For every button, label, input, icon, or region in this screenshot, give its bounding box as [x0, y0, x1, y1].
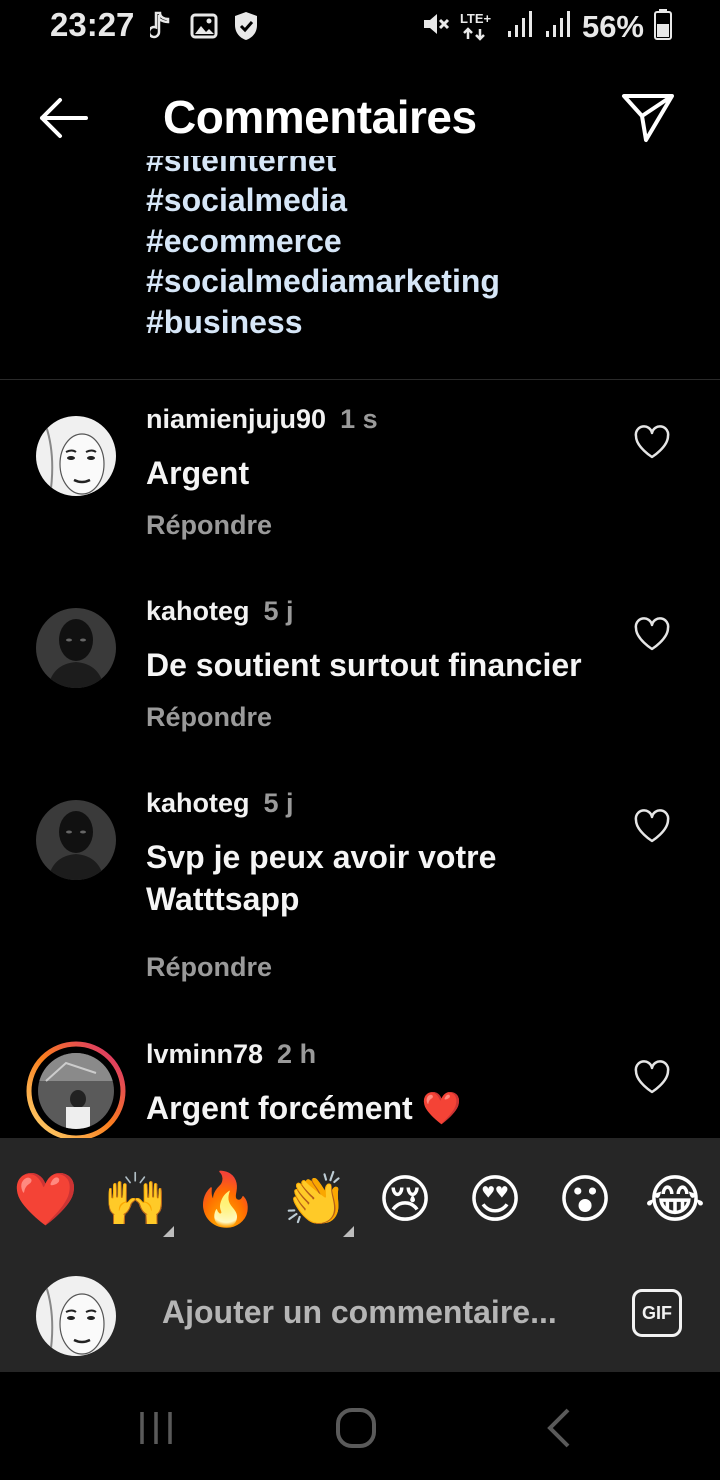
gif-button[interactable]: GIF [632, 1289, 682, 1337]
lte-label: LTE+ [459, 10, 492, 26]
comment-time: 5 j [263, 788, 294, 818]
shield-icon [232, 10, 260, 47]
reply-button[interactable]: Répondre [146, 952, 272, 983]
heart-icon[interactable] [633, 616, 671, 652]
paper-plane-icon[interactable] [620, 90, 676, 146]
comment-meta: lvminn78 2 h [146, 1039, 316, 1070]
tears-of-joy-emoji-icon[interactable]: 😂 [643, 1168, 707, 1232]
reply-button[interactable]: Répondre [146, 510, 272, 541]
status-bar: 23:27 LTE+ 56% [0, 0, 720, 56]
hashtag-clipped[interactable]: #siteinternet [146, 156, 500, 180]
avatar[interactable] [36, 800, 116, 880]
comment-time: 2 h [277, 1039, 317, 1069]
signal-icon [506, 9, 534, 44]
comment-username[interactable]: lvminn78 [146, 1039, 263, 1069]
avatar[interactable] [36, 416, 116, 496]
status-time: 23:27 [50, 6, 135, 43]
heart-icon[interactable] [633, 424, 671, 460]
avatar-story-ring[interactable] [26, 1041, 126, 1141]
battery-percent: 56% [581, 8, 644, 44]
comment-username[interactable]: niamienjuju90 [146, 404, 326, 434]
raised-hands-emoji-icon[interactable]: 🙌 [103, 1168, 168, 1232]
heart-emoji-icon[interactable]: ❤️ [13, 1168, 78, 1232]
comment-text: Argent forcément ❤️ [146, 1090, 462, 1126]
mute-icon [420, 9, 450, 44]
comment-text: De soutient surtout financier [146, 647, 582, 683]
battery-icon [654, 8, 672, 45]
clapping-hands-emoji-icon[interactable]: 👏 [283, 1168, 348, 1232]
comment-meta: kahoteg 5 j [146, 788, 294, 819]
avatar[interactable] [36, 608, 116, 688]
heart-icon[interactable] [633, 1059, 671, 1095]
hashtag-business[interactable]: #business [146, 302, 500, 343]
recent-apps-icon[interactable] [134, 1408, 178, 1448]
comment-input[interactable]: Ajouter un commentaire... [162, 1294, 557, 1331]
comment-text: Argent [146, 455, 250, 491]
more-variants-indicator [163, 1226, 174, 1237]
app-header: Commentaires [0, 70, 720, 166]
crying-face-emoji-icon[interactable]: 😢 [373, 1168, 437, 1232]
comment-username[interactable]: kahoteg [146, 596, 250, 626]
signal-icon [544, 9, 572, 44]
comment-time: 5 j [263, 596, 294, 626]
hashtag-siteinternet[interactable]: #siteinternet [146, 156, 500, 180]
home-icon[interactable] [334, 1408, 378, 1448]
reply-button[interactable]: Répondre [146, 702, 272, 733]
caption-hashtags: #siteinternet #socialmedia #ecommerce #s… [146, 156, 500, 342]
caption-divider [0, 379, 720, 380]
comment-text: Svp je peux avoir votre Watttsapp [146, 839, 497, 917]
hashtag-ecommerce[interactable]: #ecommerce [146, 221, 500, 262]
back-icon[interactable] [540, 1408, 584, 1448]
avatar [36, 1276, 116, 1356]
arrow-left-icon[interactable] [34, 92, 90, 144]
comment-composer: Ajouter un commentaire... GIF [0, 1262, 720, 1372]
gallery-icon [190, 13, 218, 44]
page-title: Commentaires [163, 91, 477, 143]
quick-reactions-bar: ❤️ 🙌 🔥 👏 😢 😍 😮 😂 [0, 1138, 720, 1262]
hashtag-socialmediamarketing[interactable]: #socialmediamarketing [146, 261, 500, 302]
music-note-icon [147, 11, 176, 46]
lte-icon: LTE+ [460, 11, 496, 43]
more-variants-indicator [343, 1226, 354, 1237]
surprised-face-emoji-icon[interactable]: 😮 [553, 1168, 617, 1232]
comment-username[interactable]: kahoteg [146, 788, 250, 818]
comment-meta: niamienjuju90 1 s [146, 404, 378, 435]
system-navigation-bar [0, 1372, 720, 1480]
hashtag-socialmedia[interactable]: #socialmedia [146, 180, 500, 221]
heart-icon[interactable] [633, 808, 671, 844]
fire-emoji-icon[interactable]: 🔥 [193, 1168, 258, 1232]
heart-eyes-emoji-icon[interactable]: 😍 [463, 1168, 527, 1232]
comment-meta: kahoteg 5 j [146, 596, 294, 627]
comment-time: 1 s [340, 404, 378, 434]
